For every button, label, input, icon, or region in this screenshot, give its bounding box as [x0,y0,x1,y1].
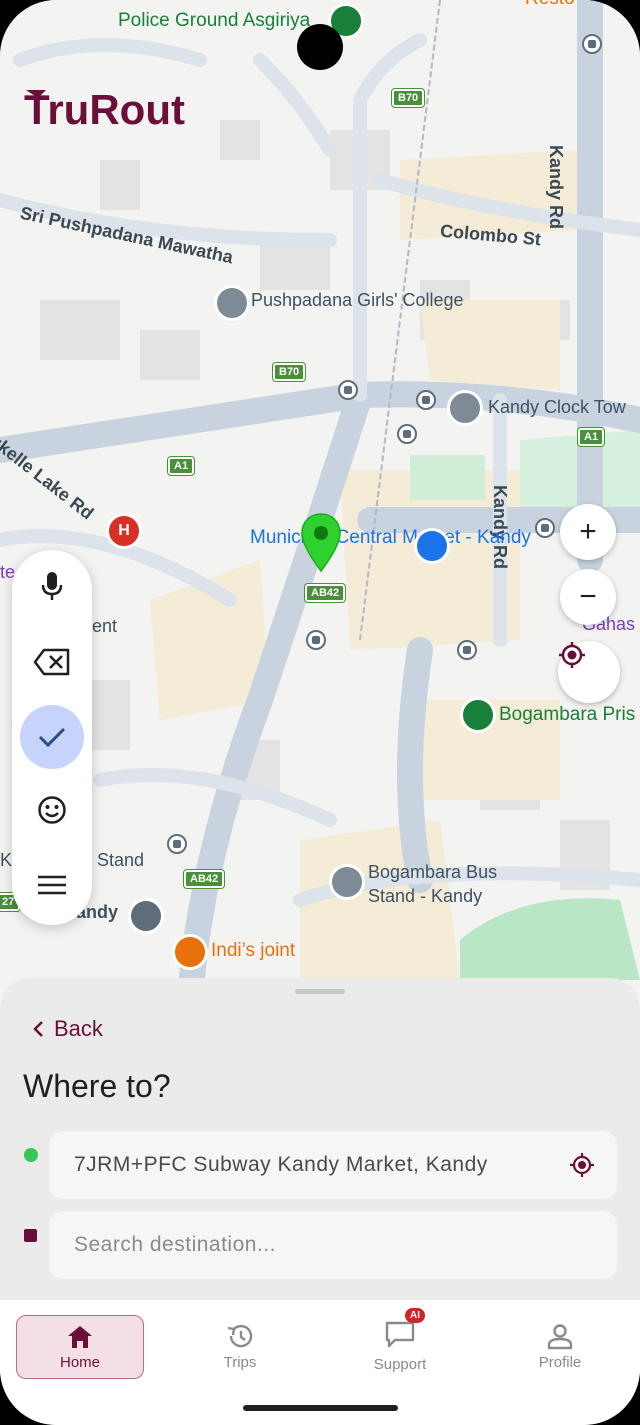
tree-icon[interactable] [460,697,496,733]
chat-icon-wrap: AI [385,1307,425,1352]
shopping-cart-icon[interactable] [414,528,450,564]
label-municipal-market[interactable]: Municipal Central Market - Kandy [250,526,531,549]
nav-item-home[interactable]: Home [16,1315,144,1379]
label-police-ground[interactable]: Police Ground Asgiriya [118,10,310,32]
label-ent-partial: ent [92,616,118,636]
logo-mark-icon: TruRout [24,86,185,133]
destination-input[interactable] [72,1232,556,1258]
back-button[interactable]: Back [32,1016,103,1042]
microphone-icon [41,572,63,600]
map-canvas [0,0,640,1000]
destination-field[interactable] [49,1211,617,1279]
home-icon [68,1325,92,1348]
school-icon[interactable] [214,285,250,321]
crosshair-icon [559,642,585,668]
bus-stand-pin-icon[interactable] [329,864,365,900]
sheet-drag-handle[interactable] [295,989,345,994]
nav-item-profile[interactable]: Profile [497,1315,623,1377]
shield-a1-right: A1 [578,428,605,446]
chat-icon [385,1321,415,1347]
phone-screen: Police Ground Asgiriya Resto Sri Pushpad… [0,0,640,1425]
home-indicator[interactable] [243,1405,398,1411]
shield-b70-mid: B70 [273,363,306,381]
bus-stop-icon[interactable] [397,424,417,444]
history-icon [227,1324,253,1347]
nav-item-trips[interactable]: Trips [177,1315,303,1377]
bus-station-icon[interactable] [128,898,164,934]
location-pin-icon[interactable] [300,513,342,573]
backspace-icon [33,648,70,676]
shield-a1-left: A1 [168,457,195,475]
bus-stop-icon[interactable] [582,34,602,54]
bus-stop-icon[interactable] [338,380,358,400]
bus-stop-icon[interactable] [535,518,555,538]
emoji-button[interactable] [20,778,84,842]
backspace-button[interactable] [20,630,84,694]
hospital-icon[interactable]: H [106,513,142,549]
label-bus-stand[interactable]: Bogambara Bus Stand - Kandy [368,860,538,908]
label-bogambara-prison[interactable]: Bogambara Pris [499,704,635,726]
shield-ab42-mid: AB42 [305,584,346,602]
landmark-icon[interactable] [447,390,483,426]
origin-field[interactable] [49,1131,617,1199]
label-indis-joint[interactable]: Indi’s joint [211,940,295,962]
label-kandy-rd-top: Kandy Rd [546,145,566,230]
zoom-in-label: + [579,515,597,548]
bus-stop-icon[interactable] [416,390,436,410]
current-location-icon[interactable] [569,1152,595,1178]
check-icon [38,727,66,748]
label-k-partial: K [0,850,13,870]
menu-icon [38,875,66,895]
microphone-button[interactable] [20,554,84,618]
person-icon [547,1323,573,1349]
zoom-out-label: − [579,580,597,613]
origin-dot-icon [24,1148,38,1162]
label-pushpadana-college[interactable]: Pushpadana Girls' College [251,290,464,311]
keyboard-toolbar [12,550,92,925]
nav-label-home: Home [59,1353,100,1371]
bus-stop-icon[interactable] [167,834,187,854]
restaurant-icon[interactable] [172,934,208,970]
zoom-out-button[interactable]: − [560,569,616,625]
camera-cutout [297,24,343,70]
menu-button[interactable] [20,853,84,917]
trip-sheet: Back Where to? [0,978,640,1300]
origin-input[interactable] [72,1152,556,1178]
nav-label-profile: Profile [538,1353,582,1371]
bus-stop-icon[interactable] [306,630,326,650]
done-button[interactable] [20,705,84,769]
label-clock-tower[interactable]: Kandy Clock Tow [488,397,626,418]
map-view[interactable]: Police Ground Asgiriya Resto Sri Pushpad… [0,0,640,1000]
chevron-left-icon [33,1021,43,1037]
nav-label-trips: Trips [223,1353,257,1371]
bus-stop-icon[interactable] [457,640,477,660]
page-title: Where to? [23,1068,171,1104]
zoom-in-button[interactable]: + [560,504,616,560]
shield-b70-top: B70 [392,89,425,107]
back-label: Back [54,1016,103,1041]
shield-ab42-bottom: AB42 [184,870,225,888]
nav-item-support[interactable]: AI Support [337,1307,463,1377]
label-top-partial: Resto [525,0,575,10]
my-location-button[interactable] [558,641,620,703]
label-stand-partial: Stand [97,850,145,870]
brand-logo-text: TruRout [24,86,185,130]
nav-label-support: Support [373,1355,427,1373]
destination-square-icon [24,1229,37,1242]
emoji-icon [38,796,66,824]
brand-logo: TruRout [24,84,204,135]
ai-badge: AI [405,1307,425,1323]
